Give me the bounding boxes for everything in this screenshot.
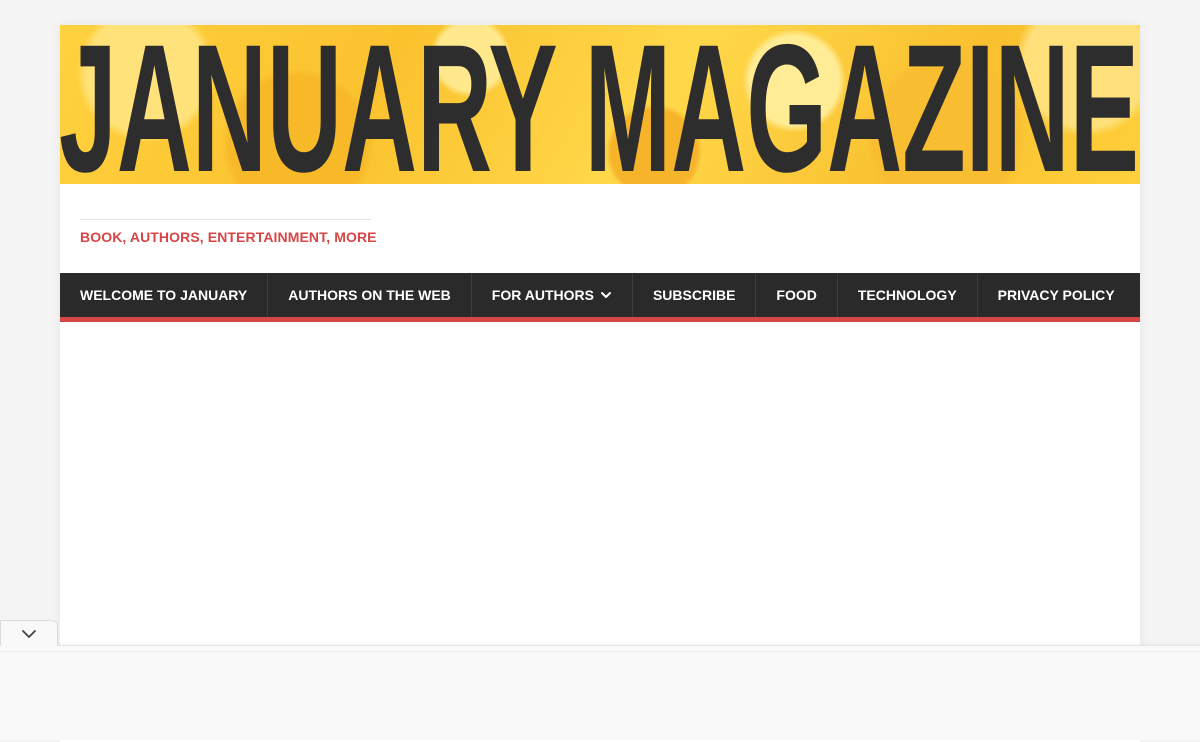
nav-item-label: SUBSCRIBE: [652, 287, 736, 303]
nav-item-authors-on-the-web[interactable]: AUTHORS ON THE WEB: [268, 273, 472, 317]
header-banner[interactable]: JANUARY MAGAZINE: [60, 25, 1140, 184]
nav-item-label: FOOD: [776, 287, 817, 303]
site-title: JANUARY MAGAZINE: [60, 29, 1139, 179]
nav-item-for-authors[interactable]: FOR AUTHORS: [472, 273, 633, 317]
tagline-area: BOOK, AUTHORS, ENTERTAINMENT, MORE: [60, 184, 1140, 273]
nav-item-subscribe[interactable]: SUBSCRIBE: [633, 273, 757, 317]
nav-item-privacy-policy[interactable]: PRIVACY POLICY: [978, 273, 1135, 317]
nav-item-label: PRIVACY POLICY: [997, 287, 1115, 303]
site-title-logo: JANUARY MAGAZINE: [60, 29, 1139, 179]
bottom-panel: [0, 645, 1200, 740]
tagline-divider: [80, 219, 371, 220]
nav-item-technology[interactable]: TECHNOLOGY: [838, 273, 978, 317]
nav-item-label: TECHNOLOGY: [857, 287, 957, 303]
nav-item-label: WELCOME TO JANUARY: [80, 287, 248, 303]
collapse-panel-button[interactable]: [0, 620, 58, 646]
chevron-down-icon: [22, 629, 36, 638]
main-navigation: WELCOME TO JANUARY AUTHORS ON THE WEB FO…: [60, 273, 1140, 322]
nav-item-label: FOR AUTHORS: [491, 287, 594, 303]
nav-item-welcome-to-january[interactable]: WELCOME TO JANUARY: [60, 273, 269, 317]
nav-item-food[interactable]: FOOD: [756, 273, 838, 317]
site-tagline: BOOK, AUTHORS, ENTERTAINMENT, MORE: [80, 229, 377, 245]
site-container: JANUARY MAGAZINE BOOK, AUTHORS, ENTERTAI…: [60, 25, 1140, 742]
nav-item-label: AUTHORS ON THE WEB: [288, 287, 451, 303]
chevron-down-icon: [600, 292, 611, 298]
